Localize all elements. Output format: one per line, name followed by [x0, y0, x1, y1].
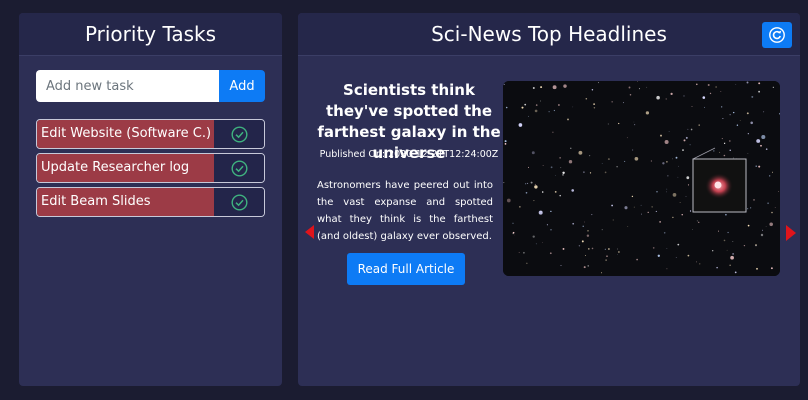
task-label: Edit Beam Slides: [37, 188, 214, 216]
task-label: Edit Website (Software C.): [37, 120, 214, 148]
check-circle-icon[interactable]: [214, 188, 264, 216]
triangle-left-icon[interactable]: [305, 225, 314, 239]
new-task-input[interactable]: [36, 70, 219, 102]
check-circle-icon[interactable]: [214, 120, 264, 148]
task-item[interactable]: Edit Beam Slides: [36, 187, 265, 217]
priority-tasks-title: Priority Tasks: [19, 13, 282, 56]
article-published-date: Published On: 2020-12-21T12:24:00Z: [319, 149, 499, 160]
task-label: Update Researcher log: [37, 154, 214, 182]
check-circle-icon[interactable]: [214, 154, 264, 182]
task-item[interactable]: Edit Website (Software C.): [36, 119, 265, 149]
add-task-button[interactable]: Add: [219, 70, 265, 102]
triangle-right-icon[interactable]: [786, 225, 796, 241]
sci-news-title: Sci-News Top Headlines: [298, 13, 800, 56]
read-full-article-button[interactable]: Read Full Article: [347, 253, 465, 285]
task-list: Edit Website (Software C.) Update Resear…: [36, 119, 265, 221]
article-description: Astronomers have peered out into the vas…: [317, 180, 493, 242]
sci-news-panel: Sci-News Top Headlines Scientists think …: [298, 13, 800, 386]
task-item[interactable]: Update Researcher log: [36, 153, 265, 183]
refresh-button[interactable]: [762, 22, 792, 48]
refresh-icon: [769, 27, 785, 43]
article-image: [503, 81, 780, 276]
priority-tasks-panel: Priority Tasks Add Edit Website (Softwar…: [19, 13, 282, 386]
